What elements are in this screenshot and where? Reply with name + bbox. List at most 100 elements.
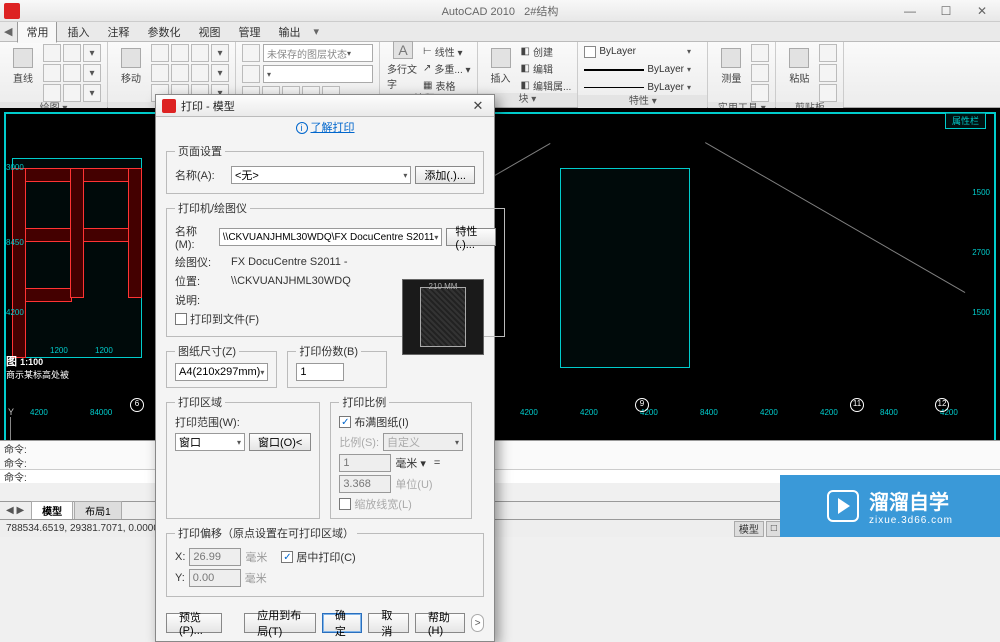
page-setup-name-select[interactable]: <无>▾	[231, 166, 411, 184]
layer-combo[interactable]: ▾	[263, 65, 373, 83]
scale-mm-unit[interactable]: 毫米 ▾	[395, 455, 426, 471]
util-3[interactable]	[751, 84, 769, 102]
paper-size-select[interactable]: A4(210x297mm)▾	[175, 363, 268, 381]
util-2[interactable]	[751, 64, 769, 82]
tab-manage[interactable]: 管理	[230, 22, 268, 42]
tab-insert[interactable]: 插入	[59, 22, 97, 42]
maximize-button[interactable]: ☐	[928, 1, 964, 21]
draw-mini-3[interactable]: ▾	[83, 44, 101, 62]
mtext-button[interactable]: A多行文字	[386, 44, 420, 88]
block-create[interactable]: ◧创建	[521, 44, 572, 59]
fit-to-paper-checkbox[interactable]: ✓布满图纸(I)	[339, 414, 463, 430]
scale-ratio-label: 比例(S):	[339, 434, 379, 450]
scale-group: 打印比例 ✓布满图纸(I) 比例(S): 自定义▾ 毫米 ▾ = 单位(U) 缩…	[330, 394, 472, 519]
tab-model[interactable]: 模型	[31, 501, 73, 520]
offset-y-unit: 毫米	[245, 570, 267, 586]
center-plot-checkbox[interactable]: ✓居中打印(C)	[281, 549, 355, 565]
dim: 1200	[95, 346, 113, 355]
tab-output[interactable]: 输出	[270, 22, 308, 42]
plot-range-select[interactable]: 窗口▾	[175, 433, 245, 451]
ltype-combo[interactable]: ByLayer▾	[584, 62, 691, 77]
mod-3[interactable]	[191, 44, 209, 62]
measure-button[interactable]: 测量	[714, 44, 748, 88]
panel-label[interactable]: 属性栏	[945, 112, 986, 129]
clip-3[interactable]	[819, 84, 837, 102]
tab-arrow-left[interactable]: ◀	[0, 25, 16, 38]
help-button[interactable]: 帮助(H)	[415, 613, 466, 633]
learn-print-link[interactable]: 了解打印	[311, 122, 355, 134]
mleader[interactable]: ↗多重... ▾	[423, 61, 471, 76]
scale-legend: 打印比例	[339, 394, 389, 410]
lweight-combo[interactable]: ByLayer▾	[584, 80, 691, 95]
location-value: \\CKVUANJHML30WDQ	[231, 275, 351, 287]
tab-layout1[interactable]: 布局1	[74, 501, 122, 520]
desc-label: 说明:	[175, 292, 227, 308]
tab-annotate[interactable]: 注释	[99, 22, 137, 42]
group-props-label[interactable]: 特性 ▾	[578, 95, 707, 109]
mod-1[interactable]	[151, 44, 169, 62]
mod-4[interactable]: ▾	[211, 44, 229, 62]
tab-nav[interactable]: ◀ ▶	[0, 505, 30, 516]
draw-mini-1[interactable]	[43, 44, 61, 62]
tab-menu[interactable]: ▾	[309, 25, 323, 38]
copies-input[interactable]	[296, 363, 344, 381]
mod-7[interactable]	[191, 64, 209, 82]
mod-5[interactable]	[151, 64, 169, 82]
draw-mini-2[interactable]	[63, 44, 81, 62]
page-setup-add-button[interactable]: 添加(.)...	[415, 166, 475, 184]
insert-block-button[interactable]: 插入	[484, 44, 518, 88]
offset-x-label: X:	[175, 551, 185, 563]
block-attedit[interactable]: ◧编辑属...	[521, 78, 572, 93]
dim-linear[interactable]: ⊢线性 ▾	[423, 44, 471, 59]
expand-dialog-button[interactable]: >	[471, 614, 484, 632]
draw-mini-4[interactable]	[43, 64, 61, 82]
minimize-button[interactable]: —	[892, 1, 928, 21]
block-edit[interactable]: ◧编辑	[521, 61, 572, 76]
plotter-label: 绘图仪:	[175, 254, 227, 270]
offset-x-unit: 毫米	[245, 549, 267, 565]
tab-param[interactable]: 参数化	[139, 22, 188, 42]
printer-props-button[interactable]: 特性(.)...	[446, 228, 496, 246]
table-btn[interactable]: ▦表格	[423, 78, 471, 93]
window-pick-button[interactable]: 窗口(O)<	[249, 433, 311, 451]
dim: 1500	[972, 188, 990, 197]
draw-mini-8[interactable]	[63, 84, 81, 102]
cancel-button[interactable]: 取消	[368, 613, 409, 633]
print-dialog: 打印 - 模型 ✕ i了解打印 页面设置 名称(A): <无>▾ 添加(.)..…	[155, 94, 495, 642]
layer-state-combo[interactable]: 未保存的图层状态▾	[263, 44, 373, 62]
dialog-titlebar[interactable]: 打印 - 模型 ✕	[156, 95, 494, 117]
mod-2[interactable]	[171, 44, 189, 62]
ok-button[interactable]: 确定	[322, 613, 363, 633]
tab-view[interactable]: 视图	[190, 22, 228, 42]
app-icon[interactable]	[4, 3, 20, 19]
clip-1[interactable]	[819, 44, 837, 62]
model-space-btn[interactable]: 模型	[734, 521, 764, 537]
close-button[interactable]: ✕	[964, 1, 1000, 21]
dialog-close-button[interactable]: ✕	[468, 98, 488, 114]
layer-mini-1[interactable]	[242, 44, 260, 62]
paste-button[interactable]: 粘贴	[782, 44, 816, 88]
mod-8[interactable]: ▾	[211, 64, 229, 82]
apply-layout-button[interactable]: 应用到布局(T)	[244, 613, 316, 633]
page-setup-group: 页面设置 名称(A): <无>▾ 添加(.)...	[166, 143, 484, 194]
offset-x-input	[189, 548, 241, 566]
draw-mini-7[interactable]	[43, 84, 61, 102]
draw-mini-5[interactable]	[63, 64, 81, 82]
util-1[interactable]	[751, 44, 769, 62]
clip-2[interactable]	[819, 64, 837, 82]
move-button[interactable]: 移动	[114, 44, 148, 88]
view-label: 图 1:100	[6, 353, 43, 369]
mod-6[interactable]	[171, 64, 189, 82]
print-to-file-checkbox[interactable]: 打印到文件(F)	[175, 311, 259, 327]
offset-group: 打印偏移（原点设置在可打印区域） X: 毫米 ✓居中打印(C) Y: 毫米	[166, 525, 484, 597]
preview-button[interactable]: 预览(P)...	[166, 613, 222, 633]
dialog-icon	[162, 99, 176, 113]
color-combo[interactable]: ByLayer▾	[584, 44, 691, 59]
ribbon: 直线 ▾ ▾ ▾ 绘图 ▾ 移动 ▾ ▾ ▾ 修改 ▾ 未保存的图层状态▾ ▾	[0, 42, 1000, 108]
line-button[interactable]: 直线	[6, 44, 40, 88]
layer-mini-2[interactable]	[242, 65, 260, 83]
tab-common[interactable]: 常用	[17, 21, 57, 43]
draw-mini-6[interactable]: ▾	[83, 64, 101, 82]
printer-name-select[interactable]: \\CKVUANJHML30WDQ\FX DocuCentre S2011▾	[219, 228, 443, 246]
draw-mini-9[interactable]: ▾	[83, 84, 101, 102]
